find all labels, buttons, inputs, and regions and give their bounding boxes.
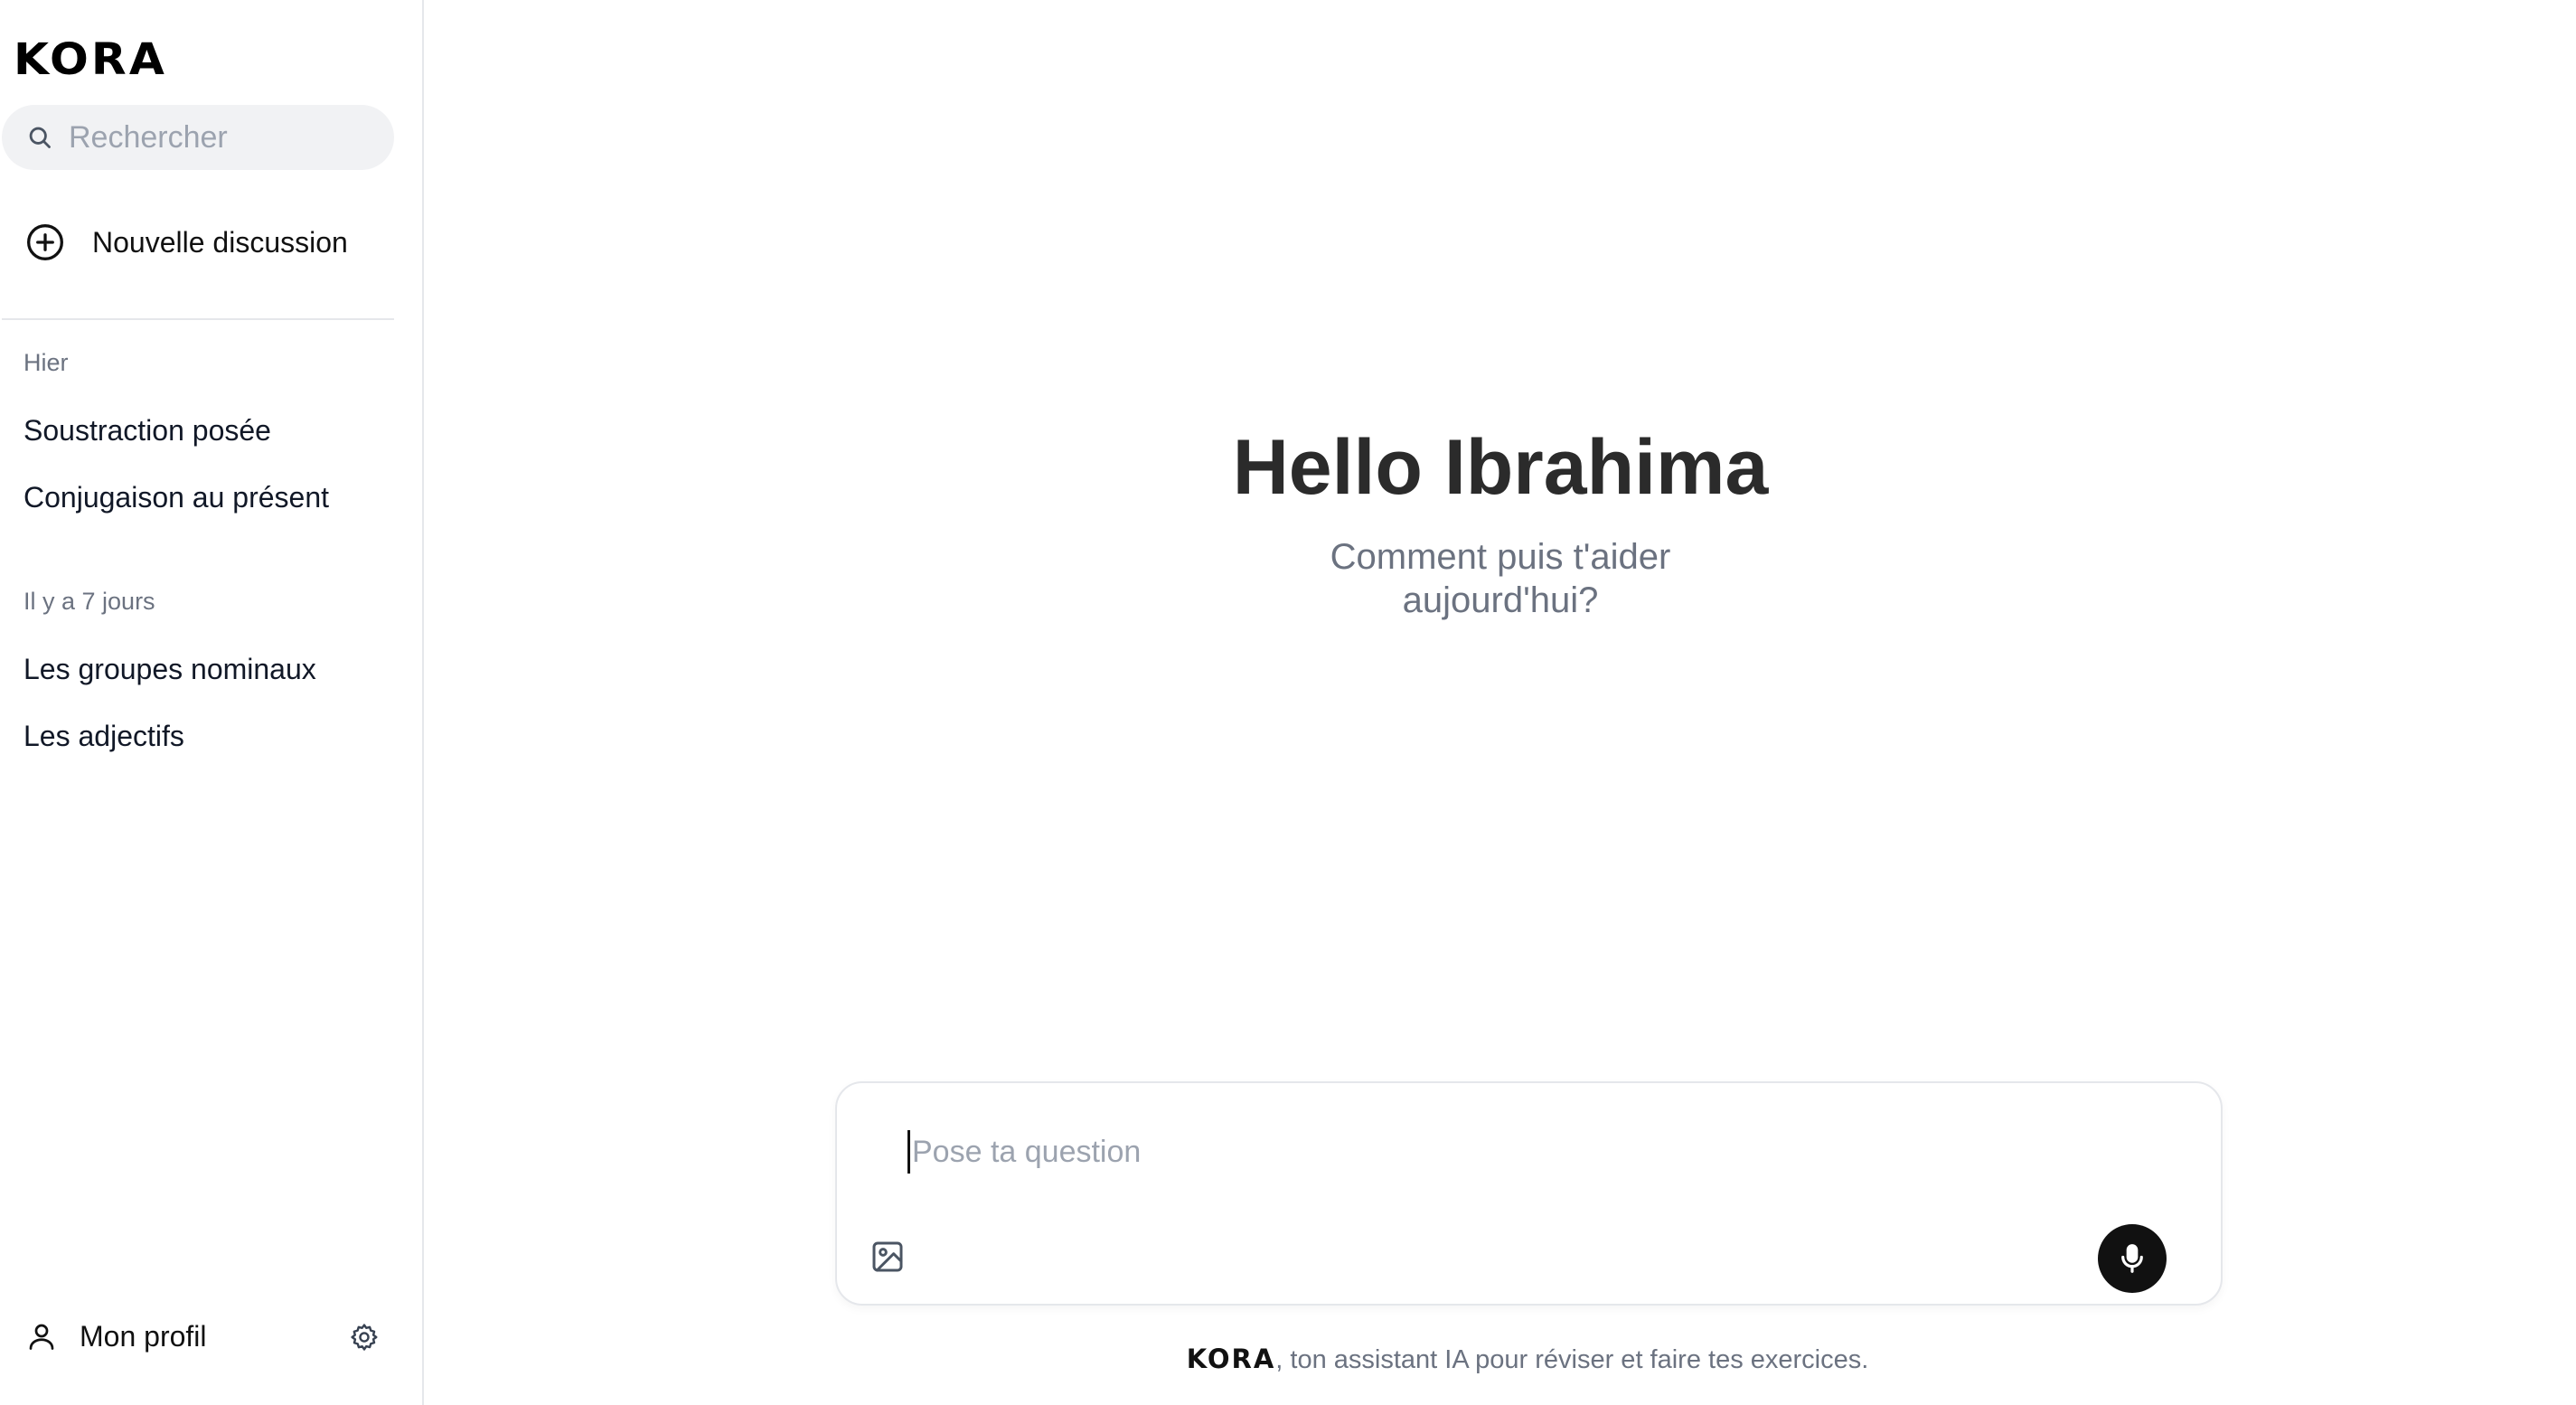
history-group-label: Il y a 7 jours: [24, 588, 155, 615]
microphone-icon: [2121, 1244, 2143, 1273]
sidebar: KORA Rechercher Nouvelle discussion Hier…: [0, 0, 424, 1405]
app: KORA Rechercher Nouvelle discussion Hier…: [0, 0, 2576, 1405]
image-icon[interactable]: [870, 1239, 906, 1275]
sidebar-divider: [2, 318, 394, 320]
search-input[interactable]: Rechercher: [69, 120, 228, 156]
subtitle-line: Comment puis t'aider: [1330, 537, 1671, 577]
profile-label: Mon profil: [80, 1319, 207, 1353]
footer-text: , ton assistant IA pour réviser et faire…: [1275, 1345, 1869, 1374]
gear-icon[interactable]: [349, 1322, 380, 1353]
history-item[interactable]: Conjugaison au présent: [24, 481, 329, 514]
greeting-title: Hello Ibrahima: [1232, 424, 1769, 511]
new-chat-label: Nouvelle discussion: [92, 225, 348, 259]
user-icon: [29, 1324, 54, 1350]
microphone-button[interactable]: [2098, 1224, 2167, 1293]
search-box[interactable]: Rechercher: [2, 105, 394, 170]
composer: [835, 1081, 2223, 1306]
subtitle-line: aujourd'hui?: [1402, 580, 1599, 620]
footer-brand: KORA: [1186, 1344, 1276, 1374]
history-item[interactable]: Les adjectifs: [24, 720, 184, 753]
greeting-subtitle: Comment puis t'aider aujourd'hui?: [1229, 535, 1772, 622]
history-item[interactable]: Soustraction posée: [24, 414, 271, 448]
footer-note: KORA, ton assistant IA pour réviser et f…: [994, 1344, 2061, 1375]
history-group-label: Hier: [24, 349, 69, 376]
profile-button[interactable]: Mon profil: [25, 1316, 387, 1356]
search-icon: [29, 127, 51, 148]
question-input[interactable]: [907, 1130, 2082, 1174]
plus-circle-icon: [27, 224, 63, 260]
new-chat-button[interactable]: Nouvelle discussion: [25, 221, 348, 264]
logo: KORA: [14, 34, 168, 85]
history-item[interactable]: Les groupes nominaux: [24, 653, 316, 686]
